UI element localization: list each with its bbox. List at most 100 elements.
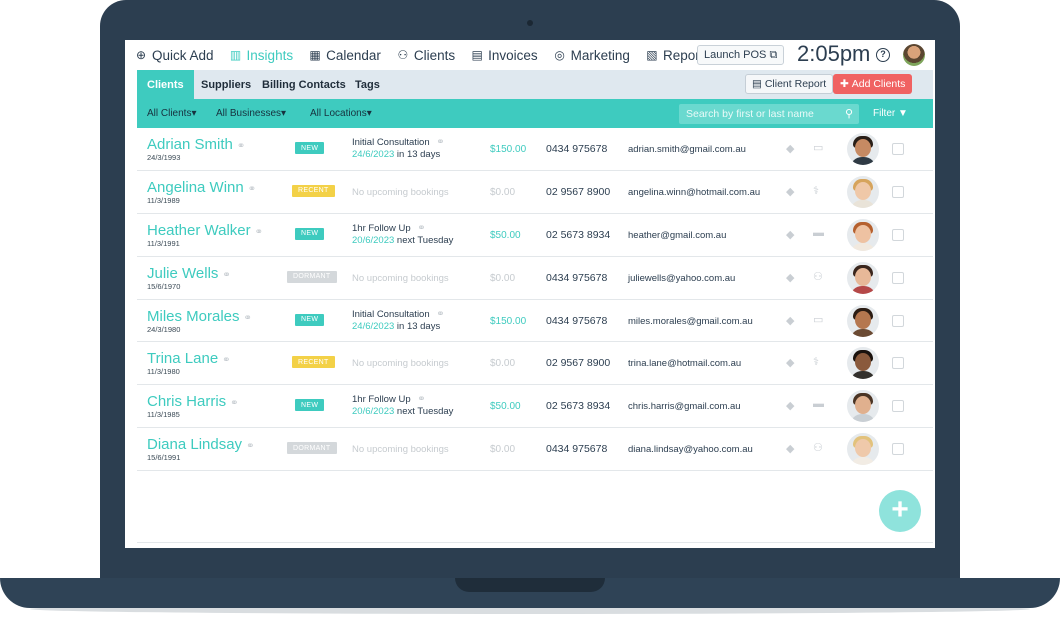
tag-icon[interactable]: ◆ bbox=[786, 185, 794, 198]
tag-icon[interactable]: ◆ bbox=[786, 142, 794, 155]
client-list: Adrian Smith ⚭ 24/3/1993 NEW Initial Cons… bbox=[137, 128, 933, 472]
tag-icon[interactable]: ◆ bbox=[786, 228, 794, 241]
nav-label: Clients bbox=[413, 47, 456, 63]
tab-suppliers[interactable]: Suppliers bbox=[191, 70, 261, 99]
tab-billing-contacts[interactable]: Billing Contacts bbox=[252, 70, 356, 99]
client-name-link[interactable]: Angelina Winn ⚭ bbox=[147, 179, 256, 196]
avatar[interactable] bbox=[847, 390, 879, 423]
table-row[interactable]: Trina Lane ⚭ 11/3/1980 RECENT No upcoming… bbox=[137, 342, 933, 386]
add-clients-button[interactable]: ✚ Add Clients bbox=[833, 74, 913, 94]
client-name-link[interactable]: Miles Morales ⚭ bbox=[147, 308, 252, 325]
avatar[interactable] bbox=[847, 433, 879, 466]
avatar-face bbox=[855, 396, 871, 415]
row-checkbox[interactable] bbox=[892, 143, 904, 155]
avatar[interactable] bbox=[847, 304, 879, 337]
booking-title[interactable]: 1hr Follow Up ⚭ bbox=[352, 223, 426, 234]
avatar[interactable] bbox=[847, 218, 879, 251]
all-locations-dropdown[interactable]: All Locations ▾ bbox=[310, 99, 372, 128]
table-row[interactable]: Julie Wells ⚭ 15/6/1970 DORMANT No upcomi… bbox=[137, 257, 933, 300]
table-row[interactable]: Chris Harris ⚭ 11/3/1985 NEW 1hr Follow U… bbox=[137, 385, 933, 429]
client-name-link[interactable]: Adrian Smith ⚭ bbox=[147, 136, 245, 153]
avatar-body bbox=[850, 457, 876, 466]
client-name-link[interactable]: Diana Lindsay ⚭ bbox=[147, 436, 254, 453]
link-icon: ⚭ bbox=[247, 183, 257, 195]
client-email[interactable]: angelina.winn@hotmail.com.au bbox=[628, 187, 760, 198]
client-search[interactable]: ⚲ bbox=[679, 104, 859, 124]
avatar[interactable] bbox=[847, 347, 879, 380]
search-icon[interactable]: ⚲ bbox=[845, 107, 853, 120]
client-name-link[interactable]: Julie Wells ⚭ bbox=[147, 265, 231, 282]
tag-icon[interactable]: ◆ bbox=[786, 314, 794, 327]
search-input[interactable] bbox=[686, 108, 836, 120]
nav-marketing[interactable]: ◎ Marketing bbox=[554, 48, 630, 63]
client-phone: 0434 975678 bbox=[546, 143, 608, 155]
avatar[interactable] bbox=[847, 261, 879, 294]
tag-icon[interactable]: ◆ bbox=[786, 442, 794, 455]
nav-label: Marketing bbox=[570, 47, 630, 63]
booking-relative: in 13 days bbox=[396, 320, 441, 332]
tag-icon[interactable]: ◆ bbox=[786, 271, 794, 284]
help-icon[interactable]: ? bbox=[876, 48, 890, 62]
client-name-link[interactable]: Trina Lane ⚭ bbox=[147, 350, 231, 367]
plus-icon: ✚ bbox=[840, 78, 849, 90]
client-email[interactable]: adrian.smith@gmail.com.au bbox=[628, 144, 746, 155]
client-email[interactable]: juliewells@yahoo.com.au bbox=[628, 273, 735, 284]
launch-pos-button[interactable]: Launch POS ⧉ bbox=[697, 45, 785, 65]
link-icon: ⚭ bbox=[417, 222, 426, 234]
booking-title-text: 1hr Follow Up bbox=[352, 222, 411, 234]
nav-calendar[interactable]: ▦ Calendar bbox=[309, 48, 380, 63]
tag-icon[interactable]: ◆ bbox=[786, 356, 794, 369]
filter-button[interactable]: Filter ▼ bbox=[873, 99, 908, 128]
client-name-link[interactable]: Heather Walker ⚭ bbox=[147, 222, 263, 239]
booking-title[interactable]: 1hr Follow Up ⚭ bbox=[352, 394, 426, 405]
nav-clients[interactable]: ⚇ Clients bbox=[397, 48, 455, 63]
client-email[interactable]: chris.harris@gmail.com.au bbox=[628, 401, 741, 412]
client-email[interactable]: diana.lindsay@yahoo.com.au bbox=[628, 444, 753, 455]
table-row[interactable]: Diana Lindsay ⚭ 15/6/1991 DORMANT No upco… bbox=[137, 428, 933, 472]
tab-clients[interactable]: Clients bbox=[137, 70, 194, 99]
nav-invoices[interactable]: ▤ Invoices bbox=[471, 48, 537, 63]
nav-quick-add[interactable]: ⊕ Quick Add bbox=[135, 48, 214, 63]
booking-title[interactable]: Initial Consultation ⚭ bbox=[352, 137, 445, 148]
client-dob: 11/3/1985 bbox=[147, 410, 180, 420]
plus-circle-icon: ⊕ bbox=[135, 48, 147, 62]
client-name-link[interactable]: Chris Harris ⚭ bbox=[147, 393, 239, 410]
client-dob: 11/3/1980 bbox=[147, 367, 180, 377]
client-report-button[interactable]: ▤ Client Report bbox=[745, 74, 834, 94]
nav-insights[interactable]: ▥ Insights bbox=[230, 48, 293, 63]
all-clients-dropdown[interactable]: All Clients ▾ bbox=[147, 99, 197, 128]
avatar-face bbox=[855, 181, 871, 200]
no-bookings-text: No upcoming bookings bbox=[352, 444, 449, 456]
all-businesses-dropdown[interactable]: All Businesses ▾ bbox=[216, 99, 286, 128]
tag-icon[interactable]: ◆ bbox=[786, 399, 794, 412]
user-avatar[interactable] bbox=[903, 44, 925, 66]
table-row[interactable]: Heather Walker ⚭ 11/3/1991 NEW 1hr Follow… bbox=[137, 214, 933, 257]
row-checkbox[interactable] bbox=[892, 228, 904, 241]
client-phone: 02 9567 8900 bbox=[546, 357, 611, 370]
client-email[interactable]: miles.morales@gmail.com.au bbox=[628, 316, 753, 327]
row-checkbox[interactable] bbox=[892, 357, 904, 370]
link-icon: ⚭ bbox=[417, 394, 426, 406]
row-checkbox[interactable] bbox=[892, 400, 904, 413]
client-balance: $0.00 bbox=[490, 444, 516, 456]
chevron-down-icon: ▾ bbox=[281, 108, 287, 119]
status-badge: DORMANT bbox=[287, 270, 337, 283]
add-fab-button[interactable]: + bbox=[879, 490, 921, 532]
client-email[interactable]: heather@gmail.com.au bbox=[628, 230, 726, 241]
table-row[interactable]: Miles Morales ⚭ 24/3/1980 NEW Initial Con… bbox=[137, 300, 933, 343]
row-checkbox[interactable] bbox=[892, 185, 904, 198]
client-email[interactable]: trina.lane@hotmail.com.au bbox=[628, 358, 741, 369]
avatar[interactable] bbox=[847, 175, 879, 208]
table-row[interactable]: Angelina Winn ⚭ 11/3/1989 RECENT No upcom… bbox=[137, 171, 933, 214]
booking-title-text: Initial Consultation bbox=[352, 308, 430, 320]
row-checkbox[interactable] bbox=[892, 271, 904, 284]
avatar-face bbox=[855, 353, 871, 372]
row-checkbox[interactable] bbox=[892, 314, 904, 327]
status-badge: RECENT bbox=[292, 356, 335, 369]
tab-tags[interactable]: Tags bbox=[345, 70, 390, 99]
table-row[interactable]: Adrian Smith ⚭ 24/3/1993 NEW Initial Cons… bbox=[137, 128, 933, 171]
status-badge: RECENT bbox=[292, 184, 335, 197]
row-checkbox[interactable] bbox=[892, 443, 904, 456]
booking-title[interactable]: Initial Consultation ⚭ bbox=[352, 309, 445, 320]
avatar[interactable] bbox=[847, 133, 879, 165]
